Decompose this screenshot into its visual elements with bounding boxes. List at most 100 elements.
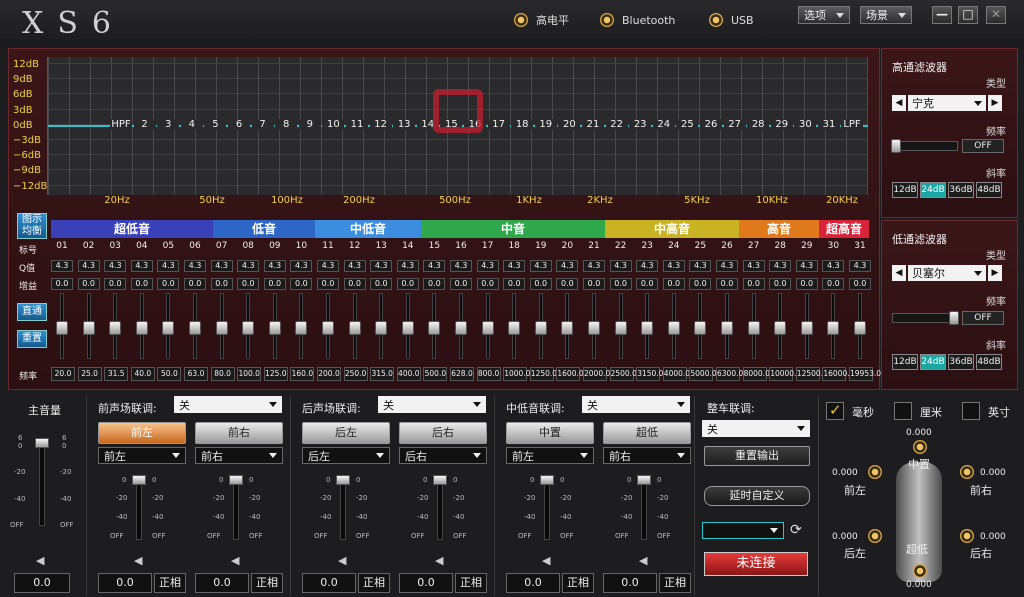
- slider-handle[interactable]: [322, 321, 334, 335]
- group-link-select[interactable]: 关: [378, 396, 486, 413]
- freq-value[interactable]: 1000.0: [503, 367, 530, 381]
- gain-value[interactable]: 0.0: [583, 278, 605, 290]
- channel-volume-value[interactable]: 0.0: [399, 573, 453, 593]
- gain-value[interactable]: 0.0: [157, 278, 180, 290]
- slider-handle[interactable]: [401, 321, 414, 335]
- eq-point-label[interactable]: 18: [511, 119, 534, 130]
- delay-custom-button[interactable]: 延时自定义: [704, 486, 810, 506]
- q-value[interactable]: 4.3: [689, 260, 712, 272]
- freq-value[interactable]: 315.0: [370, 367, 395, 381]
- channel-volume-slider[interactable]: [540, 475, 554, 540]
- freq-value[interactable]: 80.0: [210, 367, 235, 381]
- freq-value[interactable]: 6300.0: [716, 367, 743, 381]
- slider-handle[interactable]: [428, 321, 441, 335]
- gain-value[interactable]: 0.0: [742, 278, 765, 290]
- slope-12dB-button[interactable]: 12dB: [892, 182, 918, 198]
- slider-handle[interactable]: [800, 321, 813, 335]
- eq-point-label[interactable]: 9: [298, 119, 321, 130]
- q-value[interactable]: 4.3: [77, 260, 100, 272]
- q-value[interactable]: 4.3: [742, 260, 765, 272]
- eq-point-label[interactable]: 29: [770, 119, 793, 130]
- phase-button[interactable]: 正相: [659, 573, 691, 593]
- slider-handle[interactable]: [375, 321, 388, 335]
- q-value[interactable]: 4.3: [290, 260, 313, 272]
- q-value[interactable]: 4.3: [157, 260, 180, 272]
- slider-handle[interactable]: [588, 321, 600, 335]
- q-value[interactable]: 4.3: [51, 260, 73, 272]
- slider-handle[interactable]: [132, 475, 146, 485]
- channel-source-select[interactable]: 前左: [506, 447, 594, 464]
- q-value[interactable]: 4.3: [130, 260, 153, 272]
- eq-point-label[interactable]: 17: [487, 119, 510, 130]
- gain-value[interactable]: 0.0: [689, 278, 712, 290]
- master-volume-value[interactable]: 0.0: [14, 573, 70, 593]
- connect-button[interactable]: 未连接: [704, 552, 808, 576]
- freq-value[interactable]: 63.0: [184, 367, 208, 381]
- highpass-freq-value[interactable]: OFF: [962, 139, 1004, 153]
- slider-handle[interactable]: [747, 321, 760, 335]
- eq-point-label[interactable]: 6: [228, 119, 250, 130]
- slope-48dB-button[interactable]: 48dB: [976, 354, 1002, 370]
- slider-handle[interactable]: [242, 321, 255, 335]
- eq-point-label[interactable]: 25: [676, 119, 699, 130]
- gain-value[interactable]: 0.0: [237, 278, 260, 290]
- channel-volume-value[interactable]: 0.0: [98, 573, 152, 593]
- slider-handle[interactable]: [455, 321, 467, 335]
- gain-value[interactable]: 0.0: [51, 278, 73, 290]
- eq-point-label[interactable]: 8: [275, 119, 298, 130]
- freq-value[interactable]: 500.0: [423, 367, 448, 381]
- gain-value[interactable]: 0.0: [263, 278, 286, 290]
- freq-value[interactable]: 25.0: [77, 367, 102, 381]
- eq-point-label[interactable]: HPF: [110, 119, 132, 130]
- eq-point-label[interactable]: 13: [393, 119, 416, 130]
- highpass-type-select[interactable]: 宁克: [908, 95, 986, 111]
- freq-value[interactable]: 16000.0: [822, 367, 854, 381]
- freq-value[interactable]: 10000.0: [769, 367, 801, 381]
- q-value[interactable]: 4.3: [662, 260, 685, 272]
- slider-handle[interactable]: [109, 321, 122, 335]
- slider-handle[interactable]: [774, 321, 787, 335]
- slider-handle[interactable]: [348, 321, 361, 335]
- reset-output-button[interactable]: 重置输出: [704, 446, 810, 466]
- slider-handle[interactable]: [827, 321, 840, 335]
- q-value[interactable]: 4.3: [263, 260, 286, 272]
- freq-value[interactable]: 12500.0: [795, 367, 828, 381]
- q-value[interactable]: 4.3: [184, 260, 206, 272]
- gain-value[interactable]: 0.0: [104, 278, 127, 290]
- eq-point-label[interactable]: 3: [157, 119, 180, 130]
- channel-button[interactable]: 后右: [399, 422, 487, 444]
- prev-type-button[interactable]: ◀: [892, 265, 906, 281]
- eq-point-label[interactable]: 27: [723, 119, 746, 130]
- q-value[interactable]: 4.3: [237, 260, 260, 272]
- eq-point-label[interactable]: 28: [747, 119, 770, 130]
- slider-handle[interactable]: [35, 438, 49, 448]
- gain-value[interactable]: 0.0: [662, 278, 685, 290]
- gain-value[interactable]: 0.0: [77, 278, 100, 290]
- q-value[interactable]: 4.3: [503, 260, 526, 272]
- freq-value[interactable]: 5000.0: [689, 367, 717, 381]
- ms-checkbox[interactable]: ✓: [826, 401, 844, 420]
- gain-value[interactable]: 0.0: [184, 278, 206, 290]
- slider-handle[interactable]: [854, 321, 866, 335]
- slider-handle[interactable]: [162, 321, 175, 335]
- input-bluetooth[interactable]: Bluetooth: [600, 12, 675, 28]
- gain-value[interactable]: 0.0: [529, 278, 552, 290]
- slider-handle[interactable]: [481, 321, 494, 335]
- bypass-button[interactable]: 直通: [17, 303, 47, 321]
- slider-handle[interactable]: [667, 321, 680, 335]
- channel-source-select[interactable]: 后左: [302, 447, 390, 464]
- lowpass-type-select[interactable]: 贝塞尔: [908, 265, 986, 281]
- slider-handle[interactable]: [189, 321, 201, 335]
- slider-handle[interactable]: [508, 321, 521, 335]
- q-value[interactable]: 4.3: [583, 260, 605, 272]
- freq-value[interactable]: 4000.0: [662, 367, 690, 381]
- master-volume-slider[interactable]: [35, 438, 49, 526]
- phase-button[interactable]: 正相: [251, 573, 283, 593]
- q-value[interactable]: 4.3: [343, 260, 366, 272]
- slider-handle[interactable]: [694, 321, 707, 335]
- gain-value[interactable]: 0.0: [476, 278, 499, 290]
- q-value[interactable]: 4.3: [450, 260, 472, 272]
- q-value[interactable]: 4.3: [795, 260, 818, 272]
- gain-value[interactable]: 0.0: [716, 278, 738, 290]
- slider-handle[interactable]: [229, 475, 243, 485]
